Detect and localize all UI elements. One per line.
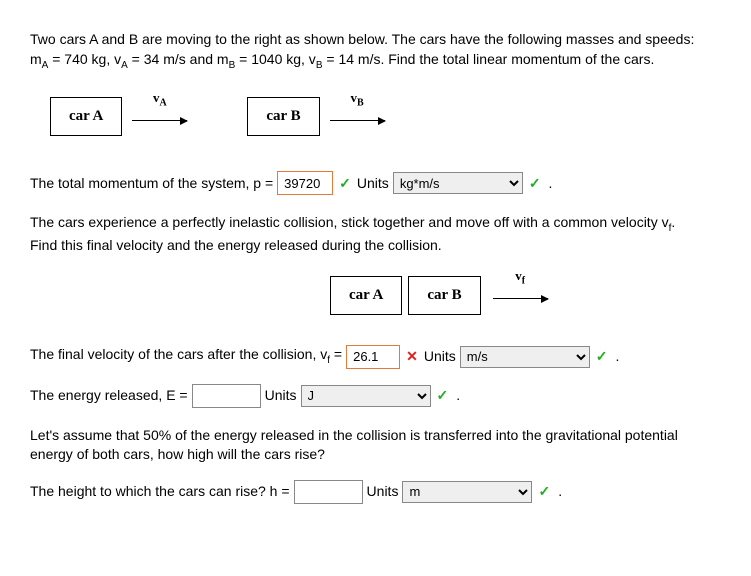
period: . [549, 174, 553, 194]
q4-value-input[interactable] [294, 480, 363, 504]
question-height: The height to which the cars can rise? h… [30, 480, 721, 504]
car-b-box-after: car B [408, 276, 480, 315]
q4-prompt: The height to which the cars can rise? h… [30, 482, 290, 502]
problem-intro: Two cars A and B are moving to the right… [30, 30, 721, 72]
diagram-before: car A vA car B vB [50, 97, 721, 136]
check-icon: ✓ [529, 174, 541, 194]
question-energy: The energy released, E = Units J ✓ . [30, 384, 721, 408]
arrow-vf: vf [493, 285, 548, 305]
height-intro: Let's assume that 50% of the energy rele… [30, 426, 721, 465]
check-icon: ✓ [339, 174, 351, 194]
intro-line2: mA = 740 kg, vA = 34 m/s and mB = 1040 k… [30, 51, 654, 67]
period: . [558, 482, 562, 502]
q2-units-select[interactable]: m/s [460, 346, 590, 368]
check-icon: ✓ [596, 347, 608, 367]
arrow-va: vA [132, 107, 187, 127]
q3-units-select[interactable]: J [301, 385, 431, 407]
period: . [456, 386, 460, 406]
car-b-box: car B [247, 97, 319, 136]
q1-units-select[interactable]: kg*m/s [393, 172, 523, 194]
car-a-box-after: car A [330, 276, 402, 315]
arrow-vb: vB [330, 107, 385, 127]
question-final-velocity: The final velocity of the cars after the… [30, 345, 721, 369]
question-momentum: The total momentum of the system, p = ✓ … [30, 171, 721, 195]
period: . [615, 347, 619, 367]
units-label: Units [357, 174, 389, 194]
check-icon: ✓ [538, 482, 550, 502]
check-icon: ✓ [437, 386, 449, 406]
q3-prompt: The energy released, E = [30, 386, 188, 406]
q4-units-select[interactable]: m [402, 481, 532, 503]
arrow-icon [493, 298, 548, 299]
q2-value-input[interactable] [346, 345, 400, 369]
car-a-box: car A [50, 97, 122, 136]
q2-prompt: The final velocity of the cars after the… [30, 345, 342, 368]
units-label: Units [265, 386, 297, 406]
inelastic-text: The cars experience a perfectly inelasti… [30, 213, 721, 255]
diagram-after: car A car B vf [330, 276, 721, 315]
units-label: Units [424, 347, 456, 367]
cross-icon: ✕ [406, 347, 418, 367]
q1-prompt: The total momentum of the system, p = [30, 174, 273, 194]
q3-value-input[interactable] [192, 384, 261, 408]
q1-value-input[interactable] [277, 171, 333, 195]
units-label: Units [367, 482, 399, 502]
arrow-icon [330, 120, 385, 121]
intro-line1: Two cars A and B are moving to the right… [30, 31, 694, 47]
arrow-icon [132, 120, 187, 121]
